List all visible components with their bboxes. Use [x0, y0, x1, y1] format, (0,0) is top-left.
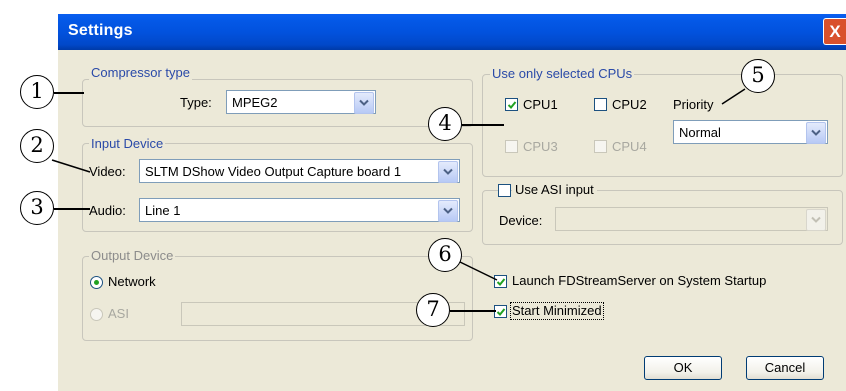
start-minimized-label: Start Minimized — [510, 302, 604, 320]
compressor-type-legend: Compressor type — [89, 65, 192, 80]
cpu3-label: CPU3 — [523, 139, 558, 154]
cpus-legend: Use only selected CPUs — [490, 66, 635, 81]
chevron-down-icon — [811, 129, 821, 136]
type-dropdown-button[interactable] — [354, 92, 374, 114]
ok-button[interactable]: OK — [644, 356, 722, 380]
callout-4-leader — [462, 124, 504, 126]
checkmark-icon — [496, 308, 506, 316]
close-button[interactable]: X — [823, 18, 846, 45]
callout-2: 2 — [20, 129, 54, 163]
title-bar[interactable] — [58, 14, 846, 50]
cpu4-checkbox[interactable] — [594, 140, 607, 153]
type-select[interactable]: MPEG2 — [226, 90, 376, 114]
launch-on-startup-checkbox[interactable] — [494, 275, 507, 288]
callout-1: 1 — [20, 75, 54, 109]
priority-dropdown-button[interactable] — [806, 122, 826, 144]
radio-dot — [94, 280, 99, 285]
output-device-legend: Output Device — [89, 248, 176, 263]
callout-3: 3 — [20, 191, 54, 225]
cpu1-label: CPU1 — [523, 97, 558, 112]
device-dropdown-button[interactable] — [806, 209, 826, 231]
video-select-value: SLTM DShow Video Output Capture board 1 — [145, 164, 402, 179]
output-device-group — [82, 256, 473, 341]
callout-4: 4 — [428, 107, 462, 141]
callout-7: 7 — [416, 293, 450, 327]
priority-label: Priority — [673, 97, 714, 112]
use-asi-label: Use ASI input — [512, 182, 597, 198]
chevron-down-icon — [443, 207, 453, 214]
use-asi-checkbox[interactable] — [498, 184, 511, 197]
chevron-down-icon — [359, 99, 369, 106]
type-select-value: MPEG2 — [232, 95, 278, 110]
launch-on-startup-label: Launch FDStreamServer on System Startup — [512, 273, 767, 288]
cpu3-checkbox[interactable] — [505, 140, 518, 153]
audio-label: Audio: — [89, 203, 126, 218]
close-icon: X — [829, 22, 841, 41]
video-select[interactable]: SLTM DShow Video Output Capture board 1 — [139, 159, 460, 183]
cancel-button[interactable]: Cancel — [746, 356, 824, 380]
device-label: Device: — [499, 213, 543, 228]
chevron-down-icon — [443, 168, 453, 175]
cpu1-checkbox[interactable] — [505, 98, 518, 111]
cpu4-label: CPU4 — [612, 139, 647, 154]
audio-select-value: Line 1 — [145, 203, 181, 218]
asi-radio[interactable] — [90, 308, 103, 321]
callout-5: 5 — [741, 59, 775, 93]
network-label: Network — [108, 274, 156, 289]
callout-1-leader — [54, 92, 84, 94]
callout-6: 6 — [428, 238, 462, 272]
start-minimized-checkbox[interactable] — [494, 305, 507, 318]
device-select[interactable] — [555, 207, 828, 231]
network-radio[interactable] — [90, 276, 103, 289]
type-label: Type: — [180, 95, 212, 110]
callout-7-leader — [450, 310, 496, 312]
video-label: Video: — [89, 164, 126, 179]
video-dropdown-button[interactable] — [438, 161, 458, 183]
cpu2-checkbox[interactable] — [594, 98, 607, 111]
callout-3-leader — [54, 208, 90, 210]
cpu2-label: CPU2 — [612, 97, 647, 112]
audio-dropdown-button[interactable] — [438, 200, 458, 222]
chevron-down-icon — [811, 216, 821, 223]
window-title: Settings — [68, 22, 133, 39]
checkmark-icon — [507, 101, 517, 109]
asi-label: ASI — [108, 306, 129, 321]
priority-select-value: Normal — [679, 125, 721, 140]
priority-select[interactable]: Normal — [673, 120, 828, 144]
checkmark-icon — [496, 278, 506, 286]
input-device-legend: Input Device — [89, 136, 166, 151]
audio-select[interactable]: Line 1 — [139, 198, 460, 222]
